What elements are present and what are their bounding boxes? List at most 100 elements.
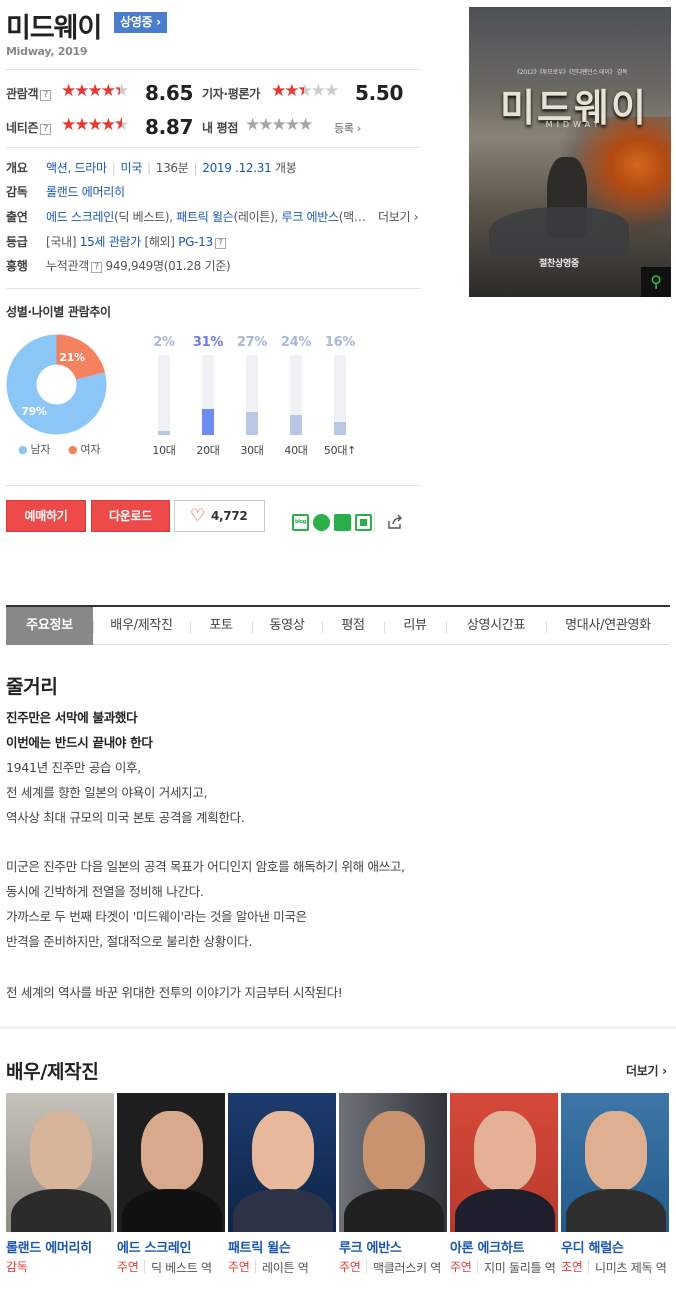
age-bar	[246, 412, 258, 435]
person-photo[interactable]	[228, 1093, 336, 1232]
rating-label-audience: 관람객?	[6, 85, 52, 102]
age-bar-track	[246, 355, 258, 435]
age-label: 50대↑	[323, 444, 357, 457]
rating-label-critic: 기자·평론가	[202, 87, 260, 101]
like-button[interactable]: ♡ 4,772	[174, 500, 265, 532]
help-icon[interactable]: ?	[40, 90, 52, 101]
director-link[interactable]: 롤랜드 에머리히	[46, 185, 125, 199]
person-name[interactable]: 롤랜드 에머리히	[6, 1237, 114, 1256]
synopsis-line: 전 세계를 향한 일본의 야욕이 거세지고,	[6, 785, 208, 800]
blog-icon[interactable]: blog	[292, 514, 309, 531]
person-character: 딕 베스트 역	[151, 1261, 212, 1275]
domestic-grade-link[interactable]: 15세 관람가	[80, 235, 141, 249]
person-photo[interactable]	[6, 1093, 114, 1232]
cast-more-link[interactable]: 더보기 ›	[378, 208, 419, 225]
heart-icon: ♡	[190, 506, 205, 526]
person-name[interactable]: 루크 에반스	[339, 1237, 447, 1256]
poster-bottom-text: 절찬상영중	[539, 259, 579, 269]
person-name[interactable]: 패트릭 윌슨	[228, 1237, 336, 1256]
actor-link[interactable]: 패트릭 윌슨	[176, 210, 234, 224]
memo-icon[interactable]	[355, 514, 372, 531]
synopsis-line: 반격을 준비하지만, 절대적으로 불리한 상황이다.	[6, 934, 253, 949]
tab-showtimes[interactable]: 상영시간표	[446, 607, 546, 645]
reserve-button[interactable]: 예매하기	[6, 500, 86, 532]
cast-more-link[interactable]: 더보기 ›	[626, 1062, 667, 1079]
person-role: 조연	[561, 1260, 583, 1274]
tab-rating[interactable]: 평점	[322, 607, 384, 645]
poster-tagline: 《2012》《투모로우》《인디펜던스 데이》 감독	[514, 69, 628, 76]
movie-subtitle: Midway, 2019	[6, 45, 88, 58]
tab-quotes[interactable]: 명대사/연관영화	[546, 607, 670, 645]
actor-link[interactable]: 에드 스크레인	[46, 210, 114, 224]
person-role: 주연	[117, 1260, 139, 1274]
person-character: 지미 둘리틀 역	[484, 1261, 556, 1275]
rating-label-my: 내 평점	[202, 121, 239, 135]
age-label: 10대	[152, 444, 176, 457]
age-pct-label: 31%	[192, 335, 224, 350]
download-button[interactable]: 다운로드	[91, 500, 170, 532]
actor-link[interactable]: 루크 에반스	[281, 210, 339, 224]
overview-value: 액션, 드라마 | 미국 | 136분 | 2019 .12.31 개봉	[46, 161, 297, 175]
help-icon[interactable]: ?	[214, 238, 226, 249]
bookmark-icon[interactable]	[334, 514, 351, 531]
divider	[144, 1260, 145, 1273]
tab-video[interactable]: 동영상	[252, 607, 322, 645]
audience-count: 949,949명	[105, 259, 164, 273]
my-rating-stars[interactable]: ★★★★★	[245, 116, 313, 134]
grade-label: 등급	[6, 235, 28, 249]
tab-review[interactable]: 리뷰	[384, 607, 446, 645]
help-icon[interactable]: ?	[40, 124, 52, 135]
tab-photo[interactable]: 포토	[190, 607, 252, 645]
synopsis-headline: 이번에는 반드시 끝내야 한다	[6, 735, 153, 750]
share-icon[interactable]	[386, 513, 404, 531]
person-photo[interactable]	[450, 1093, 558, 1232]
person-name[interactable]: 우디 해럴슨	[561, 1237, 669, 1256]
cast-value: 에드 스크레인(딕 베스트), 패트릭 윌슨(레이튼), 루크 에반스(맥…	[46, 210, 366, 224]
divider	[477, 1260, 478, 1273]
person-photo[interactable]	[339, 1093, 447, 1232]
synopsis-line: 동시에 긴박하게 전열을 정비해 나간다.	[6, 884, 204, 899]
genre-link[interactable]: 액션	[46, 161, 68, 175]
tab-cast-crew[interactable]: 배우/제작진	[93, 607, 190, 645]
synopsis-line: 역사상 최대 규모의 미국 본토 공격을 계획한다.	[6, 810, 245, 825]
gender-donut-chart: 21% 79%	[6, 334, 107, 435]
help-icon[interactable]: ?	[90, 262, 102, 273]
critic-stars: ★★★★★★	[271, 81, 339, 101]
age-bar-track	[290, 355, 302, 435]
country-link[interactable]: 미국	[121, 161, 143, 175]
person-role: 주연	[339, 1260, 361, 1274]
synopsis-headline: 진주만은 서막에 불과했다	[6, 710, 138, 725]
person-character: 레이튼 역	[262, 1261, 309, 1275]
cafe-icon[interactable]	[313, 514, 330, 531]
divider	[588, 1260, 589, 1273]
overseas-grade-link[interactable]: PG-13	[178, 235, 213, 249]
genre-link[interactable]: 드라마	[75, 161, 108, 175]
divider	[6, 147, 421, 148]
search-icon[interactable]: ⚲	[641, 267, 671, 297]
person-name[interactable]: 에드 스크레인	[117, 1237, 225, 1256]
divider	[6, 485, 421, 486]
age-bar-track	[158, 355, 170, 435]
status-badge[interactable]: 상영중 ›	[114, 12, 167, 33]
age-bar	[334, 421, 346, 435]
grade-value: [국내] 15세 관람가 [해외] PG-13?	[46, 233, 421, 250]
female-pct-label: 21%	[59, 351, 85, 364]
person-role: 감독	[6, 1260, 28, 1274]
section-divider	[0, 1026, 676, 1029]
netizen-score: 8.87	[145, 115, 194, 139]
synopsis-line: 미군은 진주만 다음 일본의 공격 목표가 어디인지 암호를 해독하기 위해 애…	[6, 859, 405, 874]
tab-main-info[interactable]: 주요정보	[6, 607, 93, 645]
audience-stars: ★★★★★★	[61, 81, 129, 101]
divider	[255, 1260, 256, 1273]
register-rating-link[interactable]: 등록 ›	[334, 120, 361, 136]
movie-poster[interactable]: 《2012》《투모로우》《인디펜던스 데이》 감독 미드웨이 MIDWAY 절찬…	[469, 7, 671, 297]
overview-label: 개요	[6, 161, 28, 175]
release-date-link[interactable]: 2019 .12.31	[202, 161, 272, 175]
person-name[interactable]: 아론 에크하트	[450, 1237, 558, 1256]
cast-label: 출연	[6, 210, 28, 224]
age-bar	[202, 409, 214, 435]
synopsis-line: 전 세계의 역사를 바꾼 위대한 전투의 이야기가 지금부터 시작된다!	[6, 985, 343, 1000]
person-photo[interactable]	[117, 1093, 225, 1232]
person-photo[interactable]	[561, 1093, 669, 1232]
legend-female: ● 여자	[68, 443, 101, 456]
